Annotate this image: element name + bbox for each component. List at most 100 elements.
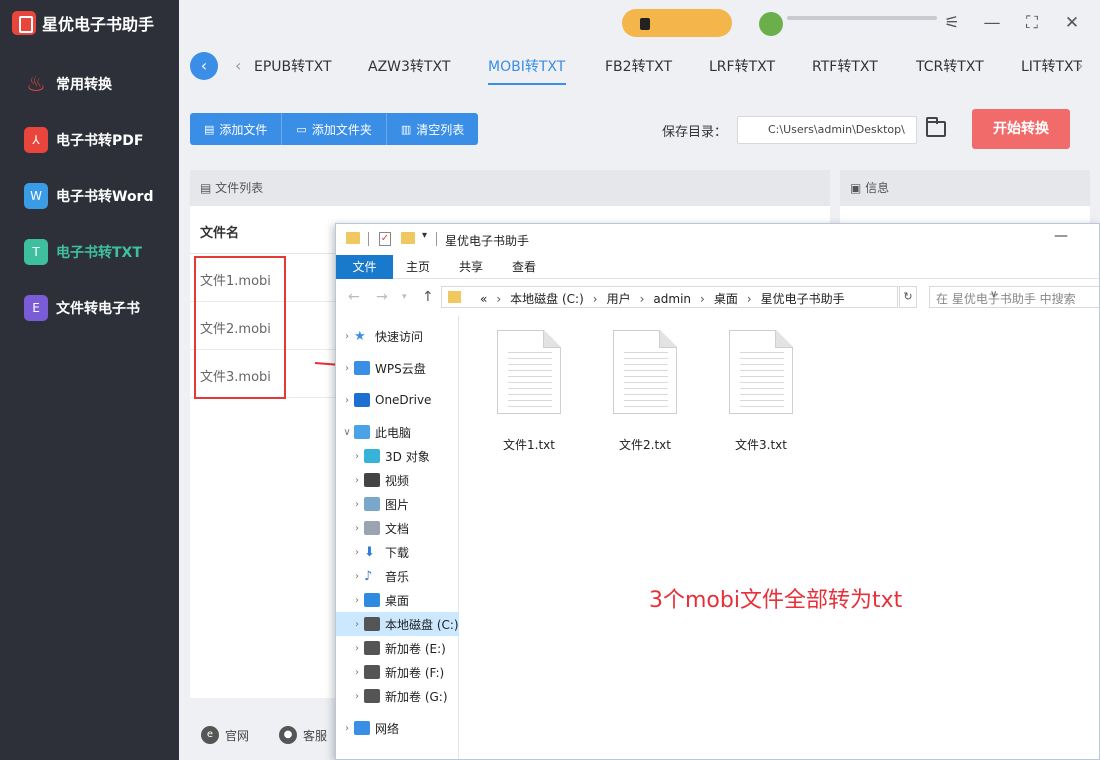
nav-item-film[interactable]: › 视频 <box>336 468 459 492</box>
user-name[interactable] <box>787 16 937 20</box>
tab-3[interactable]: FB2转TXT <box>605 56 672 76</box>
clear-list-button[interactable]: ▥ 清空列表 <box>386 113 479 145</box>
nav-item-cube[interactable]: › 3D 对象 <box>336 444 459 468</box>
add-folder-button[interactable]: ▭ 添加文件夹 <box>282 113 387 145</box>
breadcrumb-separator-icon: › <box>592 292 598 306</box>
chevron-right-icon[interactable]: › <box>350 523 364 534</box>
ribbon-tab-1[interactable]: 主页 <box>406 255 430 279</box>
app-sidebar: 星优电子书助手 ♨ 常用转换 ⅄ 电子书转PDF W 电子书转Word T 电子书转TXT E 文… <box>0 0 179 760</box>
breadcrumb-item[interactable]: 星优电子书助手 <box>761 292 845 306</box>
sidebar-item-txt[interactable]: T 电子书转TXT <box>24 238 142 266</box>
chevron-right-icon[interactable]: › <box>350 691 364 702</box>
up-arrow-icon[interactable]: ↑ <box>422 289 434 305</box>
nav-item-label: 音乐 <box>385 569 410 584</box>
chevron-right-icon[interactable]: › <box>350 667 364 678</box>
vip-promo-button[interactable] <box>622 9 732 37</box>
nav-item-drive-f[interactable]: › 新加卷 (F:) <box>336 660 459 684</box>
minimize-icon[interactable]: — <box>981 12 1003 34</box>
support-link[interactable]: ● 客服 <box>279 726 327 744</box>
tabs-scroll-right-icon[interactable]: › <box>1077 56 1083 75</box>
chevron-right-icon[interactable]: › <box>350 475 364 486</box>
properties-icon[interactable]: ✓ <box>379 232 391 246</box>
tab-0[interactable]: EPUB转TXT <box>254 56 332 76</box>
page-fold <box>659 330 677 348</box>
save-dir-input[interactable]: C:\Users\admin\Desktop\ <box>737 116 917 144</box>
nav-item-network[interactable]: › 网络 <box>336 716 459 740</box>
chevron-right-icon[interactable]: › <box>350 451 364 462</box>
file-item[interactable]: 文件1.txt <box>497 330 561 452</box>
info-header: ▣ 信息 <box>840 170 1090 206</box>
explorer-minimize-icon[interactable]: — <box>1054 228 1068 244</box>
chevron-right-icon[interactable]: › <box>340 395 354 406</box>
chevron-right-icon[interactable]: › <box>340 363 354 374</box>
website-link[interactable]: e 官网 <box>201 726 249 744</box>
ribbon-tab-3[interactable]: 查看 <box>512 255 536 279</box>
explorer-search-input[interactable]: 在 星优电子书助手 中搜索 <box>929 286 1099 308</box>
chevron-down-icon[interactable]: ∨ <box>340 427 354 438</box>
tab-7[interactable]: LIT转TXT <box>1021 56 1082 76</box>
tab-6[interactable]: TCR转TXT <box>916 56 984 76</box>
breadcrumb-item[interactable]: « <box>480 292 487 306</box>
start-convert-button[interactable]: 开始转换 <box>972 109 1070 149</box>
nav-item-drive-c[interactable]: › 本地磁盘 (C:) <box>336 612 459 636</box>
chevron-right-icon[interactable]: › <box>350 595 364 606</box>
sidebar-item-ebook[interactable]: E 文件转电子书 <box>24 294 140 322</box>
file-item[interactable]: 文件3.txt <box>729 330 793 452</box>
nav-item-label: 下载 <box>385 545 410 560</box>
close-icon[interactable]: ✕ <box>1061 12 1083 34</box>
tab-4[interactable]: LRF转TXT <box>709 56 775 76</box>
nav-item-onedrive[interactable]: › OneDrive <box>336 388 459 412</box>
flame-icon: ♨ <box>26 71 46 97</box>
ribbon-tab-0[interactable]: 文件 <box>336 255 393 279</box>
chevron-right-icon[interactable]: › <box>350 643 364 654</box>
chevron-right-icon[interactable]: › <box>350 547 364 558</box>
settings-sliders-icon[interactable]: ⚟ <box>941 12 963 34</box>
nav-item-download[interactable]: › ⬇ 下载 <box>336 540 459 564</box>
add-file-button[interactable]: ▤ 添加文件 <box>190 113 283 145</box>
chevron-right-icon[interactable]: › <box>350 571 364 582</box>
back-button[interactable]: ‹ <box>190 52 218 80</box>
recent-dropdown-icon[interactable]: ▾ <box>402 292 407 302</box>
tab-2[interactable]: MOBI转TXT <box>488 56 565 76</box>
breadcrumb-item[interactable]: 桌面 <box>714 292 738 306</box>
nav-item-music[interactable]: › ♪ 音乐 <box>336 564 459 588</box>
app-brand: 星优电子书助手 <box>12 10 154 36</box>
nav-item-picture[interactable]: › 图片 <box>336 492 459 516</box>
active-tab-underline <box>488 83 566 85</box>
chevron-right-icon[interactable]: › <box>340 331 354 342</box>
breadcrumb-item[interactable]: admin <box>653 292 691 306</box>
nav-item-document[interactable]: › 文档 <box>336 516 459 540</box>
file-item[interactable]: 文件2.txt <box>613 330 677 452</box>
tab-5[interactable]: RTF转TXT <box>812 56 878 76</box>
chevron-right-icon[interactable]: › <box>350 619 364 630</box>
sidebar-item-word[interactable]: W 电子书转Word <box>24 182 154 210</box>
sidebar-item-flame[interactable]: ♨ 常用转换 <box>24 70 112 98</box>
new-folder-icon[interactable] <box>401 232 415 244</box>
nav-item-computer[interactable]: ∨ 此电脑 <box>336 420 459 444</box>
nav-item-desktop[interactable]: › 桌面 <box>336 588 459 612</box>
forward-arrow-icon[interactable]: → <box>376 289 388 305</box>
chevron-right-icon[interactable]: › <box>350 499 364 510</box>
maximize-icon[interactable]: ⛶ <box>1021 12 1043 34</box>
breadcrumb: « › 本地磁盘 (C:) › 用户 › admin › 桌面 › 星优电子书助手 <box>480 292 845 306</box>
refresh-icon[interactable]: ↻ <box>899 286 917 308</box>
breadcrumb-item[interactable]: 本地磁盘 (C:) <box>510 292 584 306</box>
tab-1[interactable]: AZW3转TXT <box>368 56 450 76</box>
back-arrow-icon[interactable]: ← <box>348 289 360 305</box>
quick-access-dropdown-icon[interactable]: ▾ <box>422 230 427 241</box>
nav-item-cloud[interactable]: › WPS云盘 <box>336 356 459 380</box>
avatar[interactable] <box>759 12 783 36</box>
sidebar-item-pdf[interactable]: ⅄ 电子书转PDF <box>24 126 143 154</box>
breadcrumb-item[interactable]: 用户 <box>607 292 631 306</box>
explorer-address-row: ← → ▾ ↑ «› 本地磁盘 (C:) › 用户 › admin › 桌面 › 星优电子书助手 … <box>336 280 1099 316</box>
chevron-right-icon[interactable]: › <box>340 723 354 734</box>
page-fold <box>543 330 561 348</box>
nav-item-drive-g[interactable]: › 新加卷 (G:) <box>336 684 459 708</box>
nav-item-drive-e[interactable]: › 新加卷 (E:) <box>336 636 459 660</box>
tabs-scroll-left-icon[interactable]: ‹ <box>235 56 241 75</box>
nav-item-star[interactable]: › ★ 快速访问 <box>336 324 459 348</box>
ribbon-tab-2[interactable]: 共享 <box>459 255 483 279</box>
sidebar-item-label: 文件转电子书 <box>56 301 140 317</box>
address-bar[interactable]: «› 本地磁盘 (C:) › 用户 › admin › 桌面 › 星优电子书助手 ∨ <box>441 286 997 308</box>
browse-folder-icon[interactable] <box>926 117 946 137</box>
